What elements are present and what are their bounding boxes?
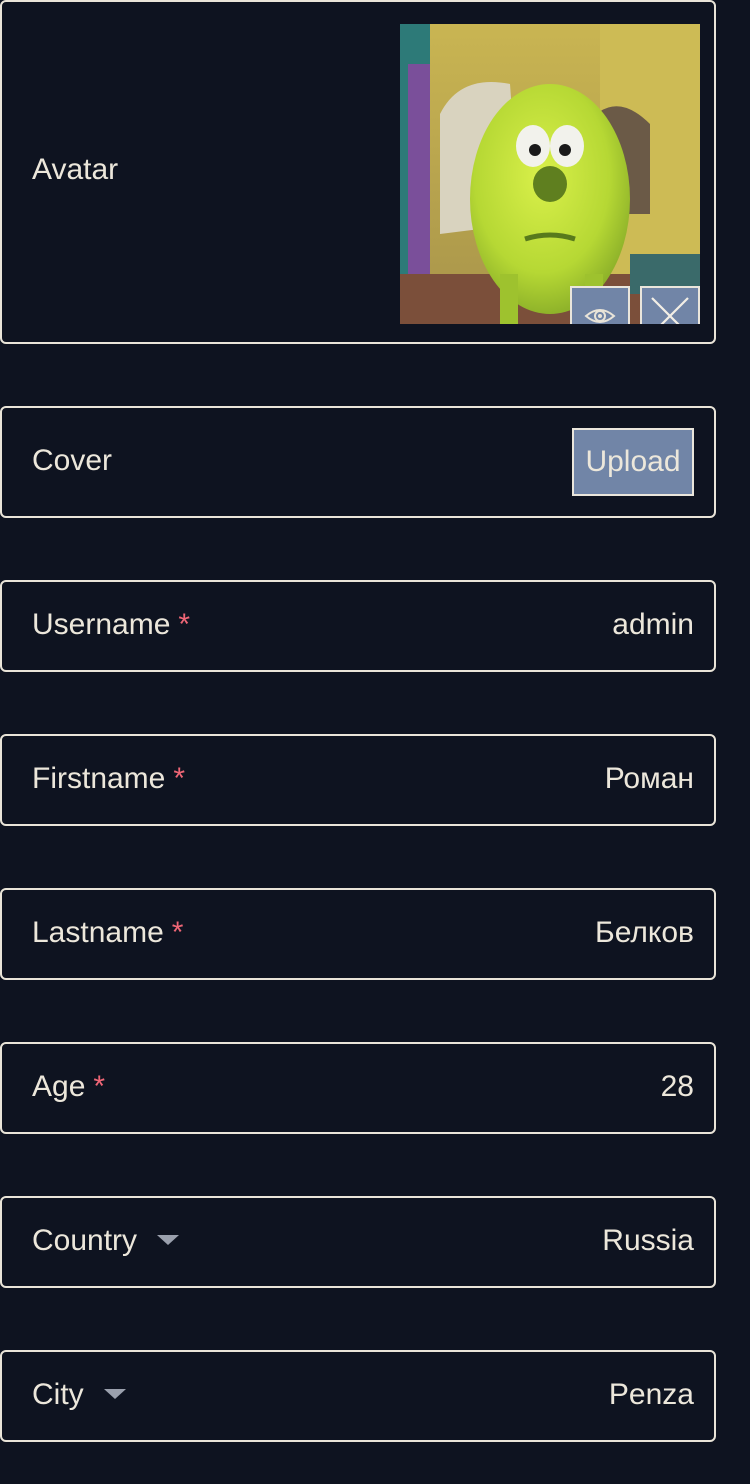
country-select[interactable]: Country Russia — [0, 1196, 716, 1288]
city-label: City — [32, 1378, 126, 1412]
cover-label: Cover — [32, 444, 113, 477]
city-value[interactable]: Penza — [609, 1378, 694, 1412]
upload-button[interactable]: Upload — [572, 428, 694, 496]
caret-down-icon[interactable] — [103, 1389, 126, 1400]
age-value[interactable]: 28 — [661, 1070, 694, 1104]
required-mark: * — [93, 1070, 106, 1103]
avatar-label: Avatar — [32, 153, 119, 186]
country-value[interactable]: Russia — [602, 1224, 694, 1258]
firstname-value[interactable]: Роман — [605, 762, 694, 796]
lastname-value[interactable]: Белков — [595, 916, 694, 950]
avatar-image[interactable] — [400, 24, 700, 324]
preview-avatar-button[interactable] — [570, 286, 630, 324]
eye-icon — [584, 309, 616, 323]
avatar-picture — [400, 24, 700, 324]
caret-down-icon[interactable] — [157, 1235, 180, 1246]
city-select[interactable]: City Penza — [0, 1350, 716, 1442]
close-icon — [651, 297, 689, 324]
required-mark: * — [178, 608, 191, 641]
username-value[interactable]: admin — [612, 608, 694, 642]
firstname-label: Firstname * — [32, 762, 186, 795]
required-mark: * — [173, 762, 186, 795]
username-label: Username * — [32, 608, 191, 641]
cover-field: Cover Upload — [0, 406, 716, 518]
required-mark: * — [171, 916, 184, 949]
lastname-field[interactable]: Lastname * Белков — [0, 888, 716, 980]
lastname-label: Lastname * — [32, 916, 184, 949]
firstname-field[interactable]: Firstname * Роман — [0, 734, 716, 826]
age-field[interactable]: Age * 28 — [0, 1042, 716, 1134]
age-label: Age * — [32, 1070, 106, 1103]
country-label: Country — [32, 1224, 180, 1258]
avatar-field: Avatar — [0, 0, 716, 344]
remove-avatar-button[interactable] — [640, 286, 700, 324]
username-field[interactable]: Username * admin — [0, 580, 716, 672]
